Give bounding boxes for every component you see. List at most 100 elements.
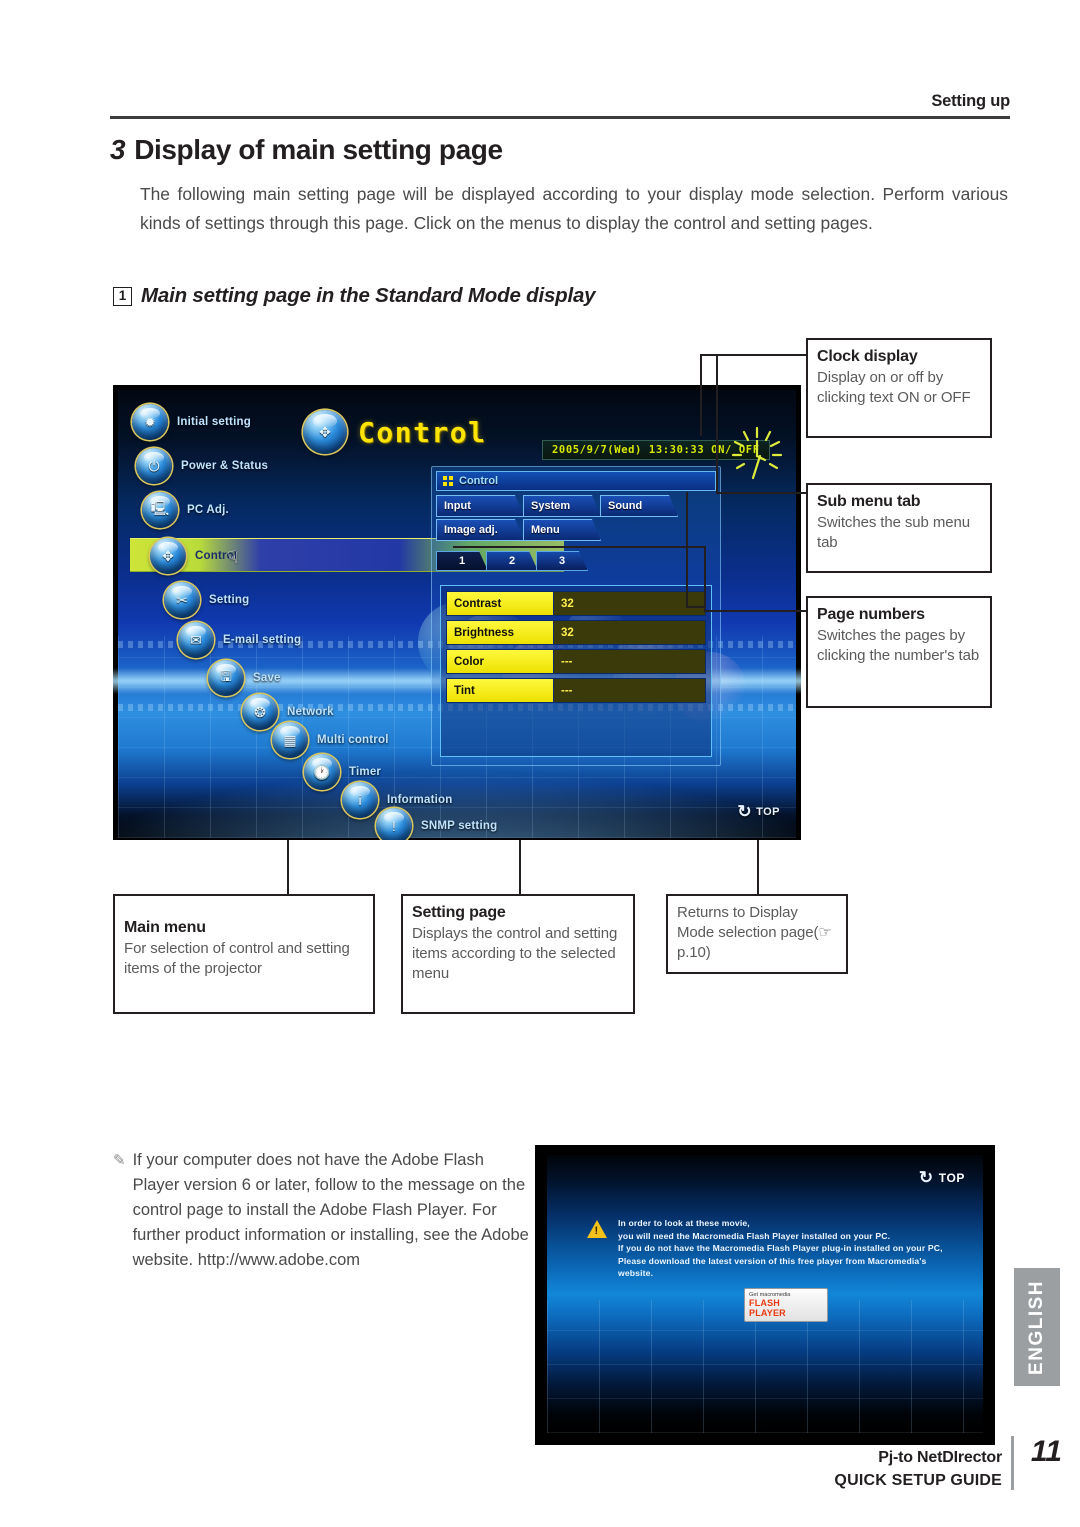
callout-title: Page numbers	[817, 606, 925, 623]
warning-triangle-icon	[587, 1220, 607, 1238]
sidebar-item-multi-control[interactable]: ▦ Multi control	[272, 722, 389, 758]
callout-title: Clock display	[817, 348, 918, 365]
tab-input[interactable]: Input	[436, 495, 524, 517]
flash-warning-line: Please download the latest version of th…	[618, 1255, 927, 1279]
callout-body: Returns to Display Mode selection page(☞…	[677, 904, 832, 961]
page-tab-1[interactable]: 1	[436, 551, 488, 571]
setting-value: ---	[554, 649, 706, 674]
sidebar-item-snmp-setting[interactable]: ! SNMP setting	[376, 808, 497, 840]
pencil-icon: ✎	[113, 1152, 126, 1169]
setting-label: Contrast	[446, 591, 554, 616]
sidebar-item-initial-setting[interactable]: ✹ Initial setting	[132, 404, 251, 440]
setting-row-brightness[interactable]: Brightness 32	[446, 620, 706, 645]
grid-dots-icon	[443, 476, 453, 486]
callout-main-menu: Main menu For selection of control and s…	[113, 894, 375, 1014]
leader-pagenum-h2	[704, 610, 806, 612]
setting-row-color[interactable]: Color ---	[446, 649, 706, 674]
page-tab-label: 1	[458, 555, 466, 567]
section-number: 3	[110, 134, 126, 165]
footer-text: Pj-to NetDIrector QUICK SETUP GUIDE	[692, 1446, 1002, 1492]
page-title: 3 Display of main setting page	[110, 134, 1010, 166]
language-tab-label: ENGLISH	[1026, 1279, 1047, 1375]
callout-title: Setting page	[412, 904, 506, 921]
sidebar-item-label: SNMP setting	[421, 820, 498, 832]
tab-system[interactable]: System	[523, 495, 601, 517]
sidebar-item-label: Power & Status	[181, 460, 269, 472]
floppy-icon: 🖫	[208, 660, 244, 696]
sidebar-item-power-status[interactable]: ⏻ Power & Status	[136, 448, 268, 484]
running-head: Setting up	[931, 92, 1010, 110]
leader-submenu-drop-h	[686, 606, 706, 608]
refresh-arrow-icon: ↻	[918, 1168, 934, 1187]
tab-image-adj[interactable]: Image adj.	[436, 519, 524, 541]
callout-body: Switches the pages by clicking the numbe…	[817, 627, 980, 664]
subheading-number: 1	[113, 286, 132, 306]
clock-icon: 🕐	[304, 754, 340, 790]
footer-divider	[1011, 1436, 1014, 1490]
monitor-icon: 🖳	[142, 492, 178, 528]
page-tab-2[interactable]: 2	[486, 551, 538, 571]
leader-main-menu-v	[287, 840, 289, 895]
sidebar-item-setting[interactable]: ✂ Setting	[164, 582, 249, 618]
leader-pagenum-v	[704, 546, 706, 612]
get-flash-player-badge[interactable]: Get macromedia FLASH PLAYER	[744, 1288, 828, 1322]
tab-sound[interactable]: Sound	[600, 495, 678, 517]
sub-menu-tab-row-1: Input System Sound	[436, 495, 716, 517]
sidebar-item-control[interactable]: ✥ Control	[150, 538, 237, 574]
flash-warning-lines: In order to look at these movie, you wil…	[618, 1217, 963, 1280]
info-icon: i	[342, 782, 378, 818]
control-panel-title: Control	[436, 471, 716, 491]
intro-paragraph: The following main setting page will be …	[140, 184, 1008, 233]
screenshot-title: ✥ Control	[303, 410, 487, 454]
screenshot-background: ✥ Control 2005/9/7(Wed) 13:30:33 ON/ OFF	[113, 390, 801, 840]
page-tab-label: 3	[558, 555, 566, 567]
flash-warning-message: In order to look at these movie, you wil…	[587, 1217, 963, 1280]
sidebar-item-label: Initial setting	[177, 416, 251, 428]
dpad-icon: ✥	[303, 410, 347, 454]
subheading: 1 Main setting page in the Standard Mode…	[113, 284, 1013, 308]
callout-body: For selection of control and setting ite…	[124, 940, 350, 977]
note-block: ✎ If your computer does not have the Ado…	[113, 1148, 533, 1273]
flash-warning-line: If you do not have the Macromedia Flash …	[618, 1243, 943, 1253]
flash-player-message-screenshot: ↻ TOP In order to look at these movie, y…	[535, 1145, 995, 1445]
tab-label: Image adj.	[444, 524, 498, 536]
setting-row-contrast[interactable]: Contrast 32	[446, 591, 706, 616]
callout-body: Display on or off by clicking text ON or…	[817, 369, 971, 406]
callout-title: Main menu	[124, 919, 206, 936]
sidebar-item-label: PC Adj.	[187, 504, 229, 516]
flash-screenshot-background: ↻ TOP In order to look at these movie, y…	[547, 1155, 983, 1433]
page-tab-3[interactable]: 3	[536, 551, 588, 571]
setting-value: 32	[554, 620, 706, 645]
top-button-label: TOP	[756, 805, 780, 818]
flash-warning-line: you will need the Macromedia Flash Playe…	[618, 1230, 891, 1241]
control-panel-title-text: Control	[459, 475, 499, 487]
setting-items-list: Contrast 32 Brightness 32 Color --- Tint…	[440, 585, 712, 757]
sidebar-item-label: Network	[287, 706, 334, 718]
sidebar-item-label: Information	[387, 794, 453, 806]
sidebar-item-label: Save	[253, 672, 281, 684]
leader-returns-v	[757, 840, 759, 895]
flash-top-button[interactable]: ↻ TOP	[919, 1169, 965, 1186]
setting-row-tint[interactable]: Tint ---	[446, 678, 706, 703]
setting-label: Color	[446, 649, 554, 674]
leader-submenu-drop	[686, 492, 688, 608]
note-text: If your computer does not have the Adobe…	[132, 1151, 529, 1269]
tools-icon: ✂	[164, 582, 200, 618]
flash-top-button-label: TOP	[938, 1170, 965, 1185]
leader-setting-page-v	[519, 840, 521, 895]
footer-guide-name: QUICK SETUP GUIDE	[834, 1472, 1002, 1489]
tab-label: Sound	[608, 500, 643, 512]
sidebar-item-email-setting[interactable]: ✉ E-mail setting	[178, 622, 301, 658]
section-title-text: Display of main setting page	[134, 134, 503, 165]
top-button[interactable]: ↻ TOP	[737, 803, 780, 820]
sidebar-item-save[interactable]: 🖫 Save	[208, 660, 281, 696]
tab-menu[interactable]: Menu	[523, 519, 601, 541]
screenshot-title-text: Control	[358, 415, 487, 449]
callout-sub-menu-tab: Sub menu tab Switches the sub menu tab	[806, 483, 992, 573]
sidebar-item-pc-adj[interactable]: 🖳 PC Adj.	[142, 492, 229, 528]
tab-label: System	[531, 500, 571, 512]
envelope-icon: ✉	[178, 622, 214, 658]
sidebar-item-label: Multi control	[317, 734, 389, 746]
subheading-text: Main setting page in the Standard Mode d…	[141, 284, 596, 307]
leader-clock-v	[700, 354, 702, 436]
